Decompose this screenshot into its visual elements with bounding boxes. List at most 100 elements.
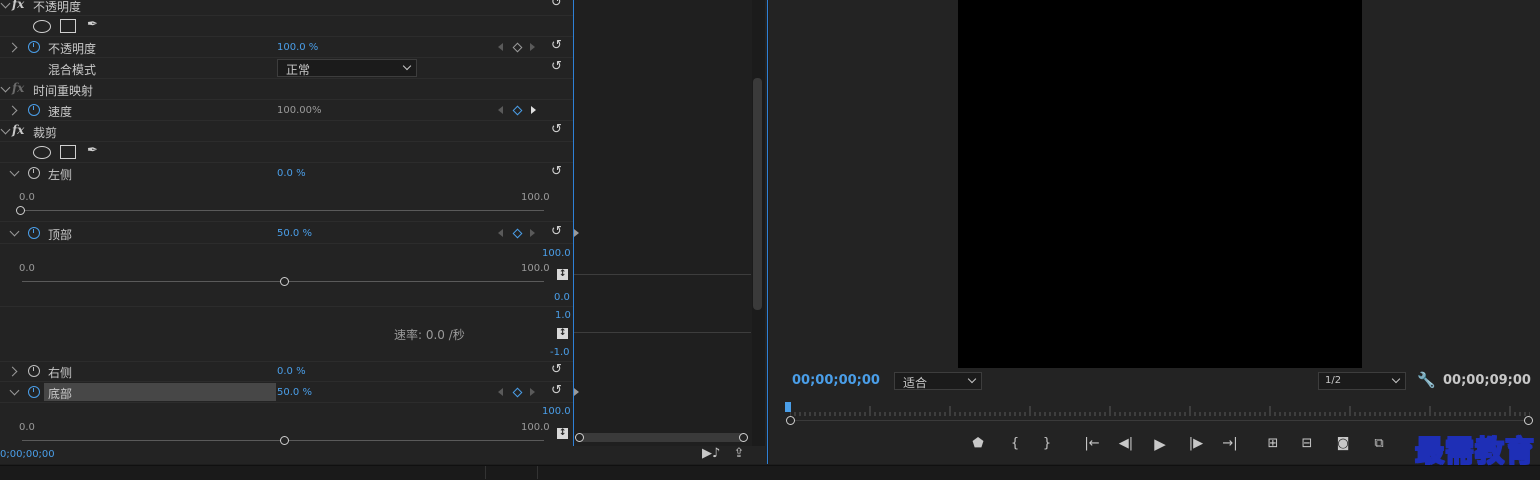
go-to-in-icon[interactable]: |← [1083,436,1101,452]
reset-icon[interactable]: ↺ [551,165,562,178]
resolution-dropdown[interactable]: 1/2 [1318,372,1406,390]
selection-highlight [44,383,276,401]
chevron-right-icon[interactable] [7,105,18,116]
zoom-handle-left[interactable] [786,416,795,425]
slider-knob[interactable] [280,277,289,286]
footer-timecode[interactable]: 0;00;00;00 [0,449,55,460]
chevron-down-icon[interactable] [0,124,11,135]
timeline-zoom-bar[interactable] [577,433,747,442]
graph-scale-icon[interactable]: ↕ [557,328,568,339]
step-back-icon[interactable]: ◀| [1117,436,1135,452]
next-keyframe-icon[interactable] [530,229,535,237]
graph-scale-icon[interactable]: ↕ [557,269,568,280]
opacity-group-row[interactable]: fx 不透明度 ↺ [0,0,573,16]
crop-bottom-value[interactable]: 50.0 % [277,387,312,398]
fx-icon[interactable]: fx [12,0,24,11]
crop-right-value[interactable]: 0.0 % [277,366,306,377]
lift-icon[interactable]: ⊞ [1264,436,1282,452]
crop-group-row[interactable]: fx 裁剪 ↺ [0,121,573,142]
chevron-right-icon[interactable] [7,366,18,377]
next-keyframe-icon[interactable] [530,388,535,396]
crop-right-label: 右侧 [48,366,73,380]
prev-keyframe-icon[interactable] [498,388,503,396]
value-graph-line [574,274,751,275]
compare-view-icon[interactable]: ⧉ [1370,436,1388,452]
speed-value[interactable]: 100.00% [277,105,322,116]
current-timecode[interactable]: 00;00;00;00 [792,373,880,388]
chevron-right-icon[interactable] [7,42,18,53]
stopwatch-icon[interactable] [28,386,40,398]
zoom-handle-right[interactable] [739,433,748,442]
reset-icon[interactable]: ↺ [551,39,562,52]
fx-icon[interactable]: fx [12,123,24,137]
current-time-indicator-line [573,0,574,446]
crop-left-slider[interactable] [22,210,544,211]
zoom-handle-right[interactable] [1524,416,1533,425]
crop-left-value[interactable]: 0.0 % [277,168,306,179]
blend-mode-dropdown[interactable]: 正常 [277,59,417,77]
extract-icon[interactable]: ⊟ [1298,436,1316,452]
speed-property-row: 速度 100.00% [0,100,573,121]
fit-dropdown[interactable]: 适合 [894,372,982,390]
opacity-value[interactable]: 100.0 % [277,42,318,53]
pen-mask-icon[interactable]: ✒ [87,17,98,32]
reset-icon[interactable]: ↺ [551,123,562,136]
slider-max: 100.0 [521,422,550,433]
add-marker-icon[interactable]: ⬟ [970,436,986,452]
keyframe-timeline-area[interactable] [574,0,752,446]
reset-icon[interactable]: ↺ [551,60,562,73]
chevron-down-icon[interactable] [9,166,20,177]
slider-knob[interactable] [280,436,289,445]
time-remap-group-row[interactable]: fx 时间重映射 [0,79,573,100]
camera-icon[interactable]: ◙ [1334,436,1352,452]
reset-icon[interactable]: ↺ [551,384,562,397]
reset-icon[interactable]: ↺ [551,363,562,376]
reset-icon[interactable]: ↺ [551,0,562,9]
reset-icon[interactable]: ↺ [551,225,562,238]
add-keyframe-icon[interactable] [512,42,523,53]
video-preview[interactable] [958,0,1362,368]
step-forward-icon[interactable]: |▶ [1187,436,1205,452]
chevron-down-icon[interactable] [0,82,11,93]
stopwatch-icon[interactable] [28,227,40,239]
go-to-out-icon[interactable]: →| [1221,436,1239,452]
prev-keyframe-icon[interactable] [498,229,503,237]
add-keyframe-icon[interactable] [512,228,523,239]
zoom-track[interactable] [790,420,1530,421]
rectangle-mask-icon[interactable] [60,145,76,159]
export-icon[interactable]: ⇪ [730,446,748,462]
wrench-icon[interactable]: 🔧 [1417,371,1436,389]
play-audio-icon[interactable]: ▶♪ [702,446,720,462]
prev-keyframe-icon[interactable] [498,106,503,114]
zoom-handle-left[interactable] [575,433,584,442]
ellipse-mask-icon[interactable] [33,20,51,33]
next-keyframe-icon[interactable] [531,106,536,114]
add-keyframe-icon[interactable] [512,387,523,398]
slider-max: 100.0 [521,263,550,274]
fx-icon: fx [12,81,25,95]
next-keyframe-icon[interactable] [530,43,535,51]
playhead[interactable] [785,402,791,412]
play-icon[interactable]: ▶ [1151,436,1169,452]
pen-mask-icon[interactable]: ✒ [87,143,98,158]
crop-top-value[interactable]: 50.0 % [277,228,312,239]
stopwatch-icon[interactable] [28,41,40,53]
scrollbar-thumb[interactable] [753,78,762,310]
slider-knob[interactable] [16,206,25,215]
chevron-down-icon[interactable] [9,385,20,396]
add-keyframe-icon[interactable] [512,105,523,116]
ellipse-mask-icon[interactable] [33,146,51,159]
chevron-down-icon[interactable] [9,226,20,237]
rate-text: 速率: 0.0 /秒 [394,328,465,342]
mark-in-icon[interactable]: { [1007,436,1023,452]
rectangle-mask-icon[interactable] [60,19,76,33]
chevron-down-icon[interactable] [0,0,11,9]
stopwatch-icon[interactable] [28,167,40,179]
mark-out-icon[interactable]: } [1039,436,1055,452]
graph-scale-icon[interactable]: ↕ [557,428,568,439]
stopwatch-icon[interactable] [28,365,40,377]
chevron-down-icon [402,61,412,71]
prev-keyframe-icon[interactable] [498,43,503,51]
stopwatch-icon[interactable] [28,104,40,116]
time-ruler[interactable] [790,404,1530,416]
